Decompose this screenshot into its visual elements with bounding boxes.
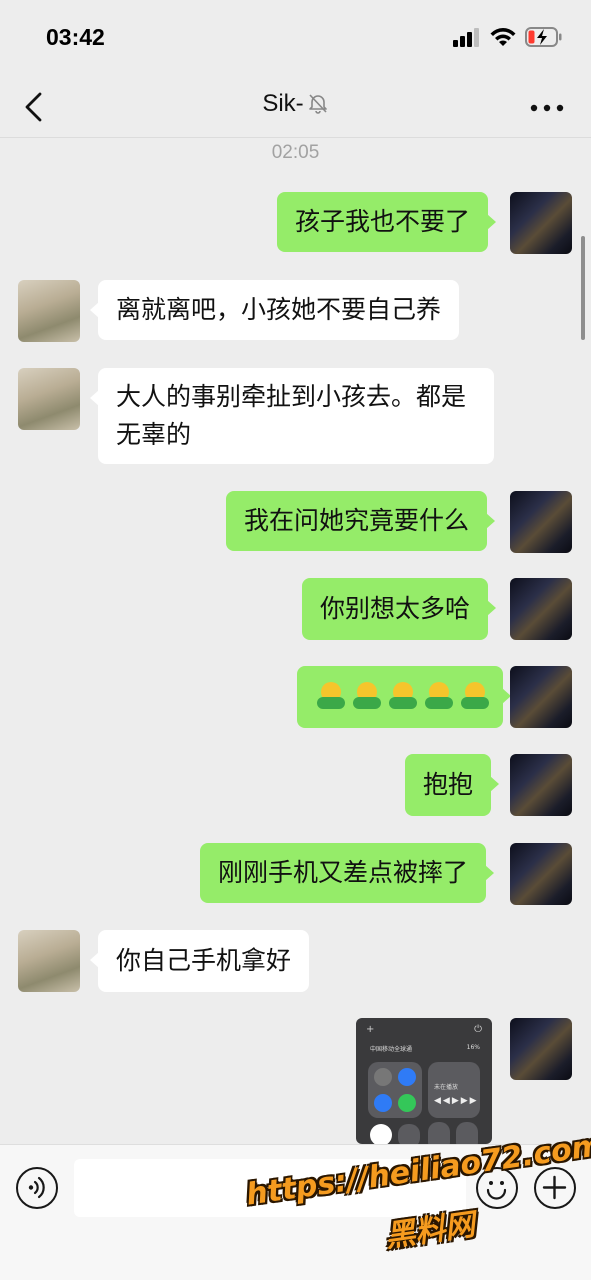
more-options-button[interactable] (529, 100, 565, 114)
hug-emoji-icon (353, 682, 381, 712)
wifi-toggle-icon (374, 1094, 392, 1112)
contact-avatar[interactable] (18, 368, 80, 430)
message-bubble-incoming[interactable]: 大人的事别牵扯到小孩去。都是 无辜的 (90, 368, 494, 464)
message-bubble-outgoing[interactable] (297, 666, 511, 728)
voice-icon (28, 1176, 45, 1199)
message-text: 离就离吧，小孩她不要自己养 (116, 295, 442, 324)
message-bubble-outgoing[interactable]: 我在问她究竟要什么 (226, 491, 496, 551)
power-icon: ⏻ (474, 1024, 482, 1035)
message-text-line: 大人的事别牵扯到小孩去。都是 (116, 382, 467, 411)
airdrop-icon (398, 1068, 416, 1086)
brightness-slider (428, 1122, 450, 1144)
my-avatar[interactable] (510, 1018, 572, 1080)
my-avatar[interactable] (510, 491, 572, 553)
mute-bell-icon (308, 94, 327, 114)
cellular-toggle-icon (398, 1094, 416, 1112)
chat-title: Sik- (0, 90, 591, 118)
hug-emoji-icon (389, 682, 417, 712)
message-text: 抱抱 (423, 770, 474, 799)
status-time: 03:42 (46, 24, 105, 50)
plus-icon (542, 1175, 567, 1200)
my-avatar[interactable] (510, 192, 572, 254)
airplane-mode-icon (374, 1068, 392, 1086)
carrier-label: 中国移动全球通 (370, 1046, 413, 1053)
message-text: 刚刚手机又差点被摔了 (218, 858, 469, 887)
status-icons (453, 26, 563, 48)
my-avatar[interactable] (510, 578, 572, 640)
message-bubble-outgoing[interactable]: 刚刚手机又差点被摔了 (200, 843, 495, 903)
now-playing-tile: 未在播放 ◀◀▶▶▶ (428, 1062, 480, 1118)
message-text-line: 无辜的 (116, 420, 192, 449)
message-bubble-incoming[interactable]: 你自己手机拿好 (89, 930, 310, 992)
voice-input-button[interactable] (16, 1167, 58, 1209)
now-playing-label: 未在播放 (434, 1084, 459, 1091)
message-text: 你自己手机拿好 (116, 946, 292, 975)
message-bubble-incoming[interactable]: 离就离吧，小孩她不要自己养 (89, 280, 460, 340)
my-avatar[interactable] (510, 843, 572, 905)
connectivity-tile (368, 1062, 422, 1118)
screen-mirroring-icon (398, 1124, 420, 1144)
media-controls-icon: ◀◀▶▶▶ (434, 1096, 479, 1106)
chat-header: Sik- (0, 76, 591, 138)
more-dots-icon (530, 104, 564, 112)
status-bar: 03:42 (0, 0, 591, 76)
battery-label: 16% (466, 1044, 480, 1051)
contact-name: Sik- (262, 90, 304, 117)
volume-slider (456, 1122, 478, 1144)
hug-emoji-icon (317, 682, 345, 712)
wifi-icon (490, 28, 516, 46)
message-text: 我在问她究竟要什么 (244, 506, 470, 535)
chat-timestamp: 02:05 (271, 142, 320, 163)
contact-avatar[interactable] (18, 930, 80, 992)
message-text: 你别想太多哈 (320, 594, 471, 623)
hug-emoji-icon (461, 682, 489, 712)
my-avatar[interactable] (510, 754, 572, 816)
battery-charging-icon (525, 27, 562, 47)
cellular-signal-icon (453, 28, 479, 47)
message-bubble-outgoing[interactable]: 孩子我也不要了 (277, 192, 497, 252)
scroll-indicator[interactable] (581, 236, 585, 340)
image-message[interactable]: + ⏻ 中国移动全球通 16% 未在播放 ◀◀▶▶▶ (356, 1018, 492, 1144)
more-functions-button[interactable] (534, 1167, 576, 1209)
my-avatar[interactable] (510, 666, 572, 728)
message-bubble-outgoing[interactable]: 你别想太多哈 (302, 578, 497, 640)
message-bubble-outgoing[interactable]: 抱抱 (405, 754, 500, 816)
message-text: 孩子我也不要了 (295, 207, 471, 236)
contact-avatar[interactable] (18, 280, 80, 342)
plus-icon: + (366, 1024, 375, 1035)
orientation-lock-icon (370, 1124, 392, 1144)
hug-emoji-icon (425, 682, 453, 712)
